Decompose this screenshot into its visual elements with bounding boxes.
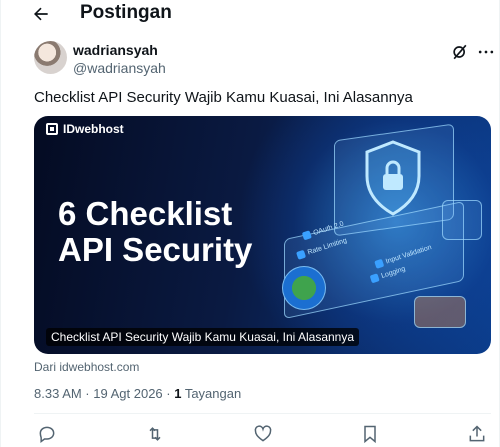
card-headline: 6 Checklist API Security	[58, 196, 252, 268]
post-detail-page: Postingan wadriansyah @wadriansyah Check…	[0, 0, 500, 447]
author-handle[interactable]: @wadriansyah	[73, 60, 166, 76]
card-source-link[interactable]: Dari idwebhost.com	[34, 360, 139, 374]
page-header: Postingan	[1, 0, 499, 28]
card-headline-line1: 6 Checklist	[58, 195, 233, 232]
author-display-name[interactable]: wadriansyah	[73, 42, 158, 58]
shield-lock-icon	[359, 138, 427, 218]
firewall-icon	[414, 296, 466, 328]
bookmark-icon[interactable]	[360, 424, 380, 444]
share-icon[interactable]	[467, 424, 487, 444]
post-meta: 8.33 AM · 19 Agt 2026 · 1 Tayangan	[34, 386, 241, 401]
brand-name: IDwebhost	[63, 122, 124, 136]
card-caption: Checklist API Security Wajib Kamu Kuasai…	[46, 328, 360, 346]
server-panel	[442, 200, 482, 240]
avatar[interactable]	[34, 41, 67, 74]
post-timestamp[interactable]: 8.33 AM · 19 Agt 2026 ·	[34, 386, 174, 401]
arrow-left-icon[interactable]	[29, 2, 53, 26]
views-label: Tayangan	[181, 386, 242, 401]
repost-icon[interactable]	[145, 424, 165, 444]
card-headline-line2: API Security	[58, 231, 253, 268]
more-options-icon[interactable]	[476, 42, 496, 62]
divider	[34, 413, 491, 414]
link-preview-card[interactable]: IDwebhost 6 Checklist API Security OAuth…	[34, 116, 491, 354]
reply-icon[interactable]	[37, 424, 57, 444]
like-icon[interactable]	[253, 424, 273, 444]
page-title: Postingan	[80, 2, 172, 23]
globe-icon	[282, 266, 326, 310]
brand-logo: IDwebhost	[46, 122, 124, 136]
post-text: Checklist API Security Wajib Kamu Kuasai…	[34, 89, 413, 106]
action-bar	[1, 424, 499, 446]
brand-mark-icon	[46, 123, 58, 135]
grok-icon[interactable]	[450, 42, 470, 62]
